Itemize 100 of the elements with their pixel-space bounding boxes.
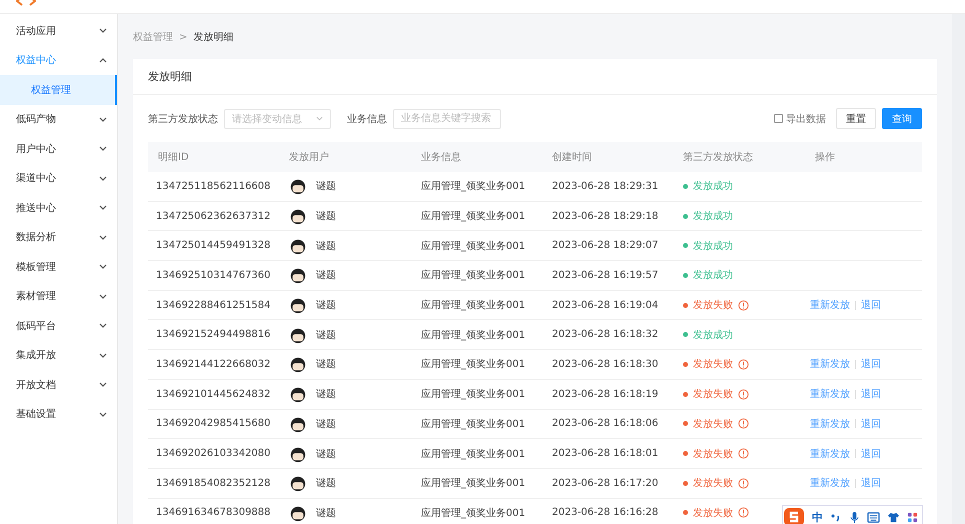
chevron-down-icon xyxy=(99,294,107,299)
nav-item[interactable]: 数据分析 xyxy=(0,222,117,252)
filter-label: 业务信息 xyxy=(347,112,387,126)
status-text: 发放成功 xyxy=(693,240,733,253)
table-cell-text: 2023-06-28 16:18:30 xyxy=(551,358,660,370)
nav-subitem[interactable]: 权益管理 xyxy=(0,75,117,104)
status-text: 发放成功 xyxy=(693,328,733,342)
table-cell-text: 应用管理_领奖业务001 xyxy=(420,388,526,402)
card-title: 发放明细 xyxy=(133,59,937,95)
table-cell-text: 谜题 xyxy=(316,476,336,490)
avatar-icon xyxy=(289,177,307,196)
avatar-icon xyxy=(289,385,307,404)
info-icon[interactable] xyxy=(738,478,749,489)
nav-item[interactable]: 活动应用 xyxy=(0,16,117,46)
input-field[interactable]: 业务信息关键字搜索 xyxy=(393,108,501,128)
table-cell-text: 2023-06-28 18:29:18 xyxy=(551,210,660,222)
action-link[interactable]: 重新发放 xyxy=(810,298,850,312)
column-header: 发放用户 xyxy=(288,150,330,164)
select-field[interactable]: 请选择变动信息 xyxy=(224,108,331,128)
nav-item[interactable]: 用户中心 xyxy=(0,134,117,164)
nav-item[interactable]: 权益中心 xyxy=(0,46,117,75)
table-cell-text: 应用管理_领奖业务001 xyxy=(420,448,526,461)
nav-item[interactable]: 渠道中心 xyxy=(0,164,117,193)
table-cell-text: 谜题 xyxy=(316,180,336,194)
info-icon[interactable] xyxy=(738,507,749,518)
keyboard-icon[interactable] xyxy=(867,512,880,522)
table-cell-text: 谜题 xyxy=(316,298,336,312)
table-cell-text: 134692101445624832 xyxy=(155,388,272,400)
chevron-down-icon xyxy=(99,146,107,152)
action-link[interactable]: 重新发放 xyxy=(810,387,850,402)
action-link[interactable]: 重新发放 xyxy=(810,446,850,461)
table-cell-text: 应用管理_领奖业务001 xyxy=(420,506,526,520)
action-link[interactable]: 重新发放 xyxy=(810,476,850,490)
table-cell-text: 应用管理_领奖业务001 xyxy=(420,268,526,282)
action-link[interactable]: 退回 xyxy=(861,387,881,402)
table-cell-text: 谜题 xyxy=(316,328,336,342)
table-cell-text: 2023-06-28 16:18:32 xyxy=(551,329,660,340)
info-icon[interactable] xyxy=(738,358,749,370)
info-icon[interactable] xyxy=(738,388,749,400)
nav-item[interactable]: 集成开放 xyxy=(0,340,117,370)
grid-icon[interactable] xyxy=(907,512,918,522)
ime-mode-button[interactable]: 中 xyxy=(812,510,823,524)
table-cell-text: 2023-06-28 16:16:28 xyxy=(551,507,660,518)
action-link[interactable]: 退回 xyxy=(861,357,881,372)
avatar-icon xyxy=(289,355,307,374)
chevron-down-icon xyxy=(316,116,323,121)
info-icon[interactable] xyxy=(738,418,749,430)
info-icon[interactable] xyxy=(738,300,749,311)
reset-button[interactable]: 重置 xyxy=(836,108,876,129)
table-cell-text: 2023-06-28 16:19:57 xyxy=(551,270,660,281)
avatar-icon xyxy=(289,474,307,492)
table-cell-text: 应用管理_领奖业务001 xyxy=(420,476,526,490)
table-cell-text: 谜题 xyxy=(316,358,336,372)
chevron-down-icon xyxy=(99,116,107,122)
status-text: 发放成功 xyxy=(693,180,733,194)
chevron-down-icon xyxy=(99,412,107,417)
table-cell-text: 谜题 xyxy=(316,418,336,431)
chevron-down-icon xyxy=(99,323,107,328)
shirt-icon[interactable] xyxy=(887,512,900,522)
nav-item[interactable]: 模板管理 xyxy=(0,252,117,282)
nav-item[interactable]: 低码平台 xyxy=(0,311,117,340)
avatar-icon xyxy=(289,266,307,284)
export-checkbox[interactable]: 导出数据 xyxy=(774,112,826,126)
nav-item[interactable]: 低码产物 xyxy=(0,104,117,134)
table-cell-text: 应用管理_领奖业务001 xyxy=(420,240,526,253)
nav-item[interactable]: 素材管理 xyxy=(0,282,117,311)
table-cell-text: 谜题 xyxy=(316,506,336,520)
status-text: 发放失败 xyxy=(693,476,733,490)
microphone-icon[interactable] xyxy=(849,510,860,524)
table-cell-text: 134691634678309888 xyxy=(155,507,272,518)
chevron-down-icon xyxy=(99,205,107,210)
table-cell-text: 谜题 xyxy=(316,388,336,402)
action-link[interactable]: 重新发放 xyxy=(810,416,850,431)
breadcrumb-item[interactable]: 权益管理 xyxy=(133,30,173,44)
table-cell-text: 134692510314767360 xyxy=(155,270,272,281)
column-header: 创建时间 xyxy=(551,150,593,164)
table-cell-text: 谜题 xyxy=(316,448,336,461)
nav-item[interactable]: 开放文档 xyxy=(0,370,117,400)
table-cell-text: 2023-06-28 16:17:20 xyxy=(551,478,660,489)
chevron-down-icon xyxy=(99,382,107,388)
avatar-icon xyxy=(289,236,307,255)
status-text: 发放成功 xyxy=(693,210,733,224)
ime-logo-icon[interactable] xyxy=(783,507,805,524)
action-link[interactable]: 退回 xyxy=(861,446,881,461)
action-link[interactable]: 退回 xyxy=(861,298,881,312)
avatar-icon xyxy=(289,504,307,522)
table-cell-text: 2023-06-28 16:18:19 xyxy=(551,388,660,400)
info-icon[interactable] xyxy=(738,448,749,460)
nav-item[interactable]: 推送中心 xyxy=(0,193,117,222)
action-link[interactable]: 退回 xyxy=(861,476,881,490)
table-cell-text: 谜题 xyxy=(316,210,336,224)
action-link[interactable]: 退回 xyxy=(861,416,881,431)
chevron-down-icon xyxy=(99,234,107,240)
table-cell-text: 应用管理_领奖业务001 xyxy=(420,328,526,342)
action-link[interactable]: 重新发放 xyxy=(810,357,850,372)
nav-item[interactable]: 基础设置 xyxy=(0,400,117,429)
query-button[interactable]: 查询 xyxy=(882,108,922,129)
table-cell-text: 2023-06-28 16:18:06 xyxy=(551,418,660,430)
status-text: 发放成功 xyxy=(693,268,733,282)
table-cell-text: 2023-06-28 18:29:07 xyxy=(551,240,660,252)
